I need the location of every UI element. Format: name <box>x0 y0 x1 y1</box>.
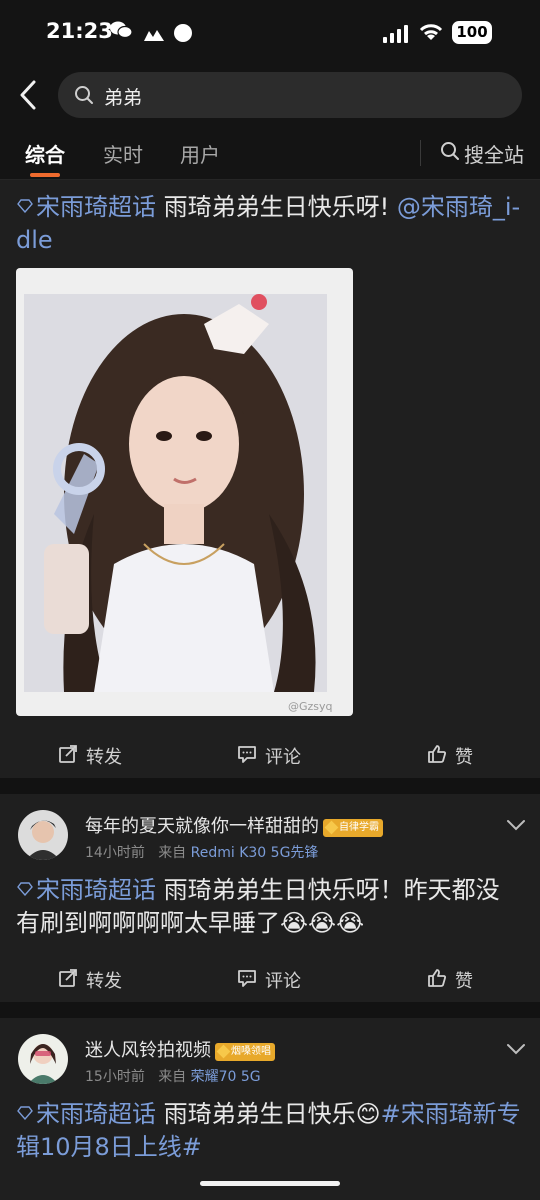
like-label: 赞 <box>455 747 473 768</box>
post-text: 宋雨琦超话 雨琦弟弟生日快乐呀! @宋雨琦_i-dle <box>16 191 522 257</box>
tab-comprehensive[interactable]: 综合 <box>25 139 65 168</box>
photo-portrait <box>24 294 327 692</box>
gem-icon <box>324 820 339 835</box>
battery-icon: 100 <box>452 21 492 44</box>
tab-active-indicator <box>30 173 60 177</box>
tab-users[interactable]: 用户 <box>180 139 220 168</box>
app-icon <box>143 24 165 48</box>
tab-divider <box>420 140 421 166</box>
avatar[interactable] <box>18 1034 68 1084</box>
repost-icon <box>59 969 77 987</box>
search-site-label: 搜全站 <box>464 143 524 167</box>
wifi-icon <box>418 22 444 47</box>
user-badge: 自律学霸 <box>323 819 383 837</box>
post-actions: 转发 评论 赞 <box>0 734 540 778</box>
comment-icon <box>238 746 256 763</box>
post: 每年的夏天就像你一样甜甜的 自律学霸 14小时前 来自 Redmi K30 5G先… <box>0 794 540 1002</box>
topic-label: 宋雨琦超话 <box>36 876 156 904</box>
topic-label: 宋雨琦超话 <box>36 1100 156 1128</box>
topic-label: 宋雨琦超话 <box>36 193 156 221</box>
comment-label: 评论 <box>265 747 301 768</box>
diamond-icon <box>17 199 33 213</box>
result-tabs: 综合 实时 用户 搜全站 <box>0 124 540 180</box>
post-image[interactable]: @Gzsyq <box>16 268 353 716</box>
post: 迷人风铃拍视频 烟嗓领唱 15小时前 来自 荣耀70 5G 宋雨琦超话 雨琦弟弟生… <box>0 1018 540 1200</box>
home-indicator[interactable] <box>200 1181 340 1186</box>
avatar[interactable] <box>18 810 68 860</box>
chevron-down-icon[interactable] <box>506 1042 526 1056</box>
topic-link[interactable]: 宋雨琦超话 <box>16 1100 156 1128</box>
gem-icon <box>216 1044 231 1059</box>
post-body: 雨琦弟弟生日快乐呀! <box>156 193 397 221</box>
post-meta: 15小时前 来自 荣耀70 5G <box>85 1066 261 1086</box>
tab-realtime[interactable]: 实时 <box>103 139 143 168</box>
post-device[interactable]: Redmi K30 5G先锋 <box>191 845 319 861</box>
post-separator <box>0 1002 540 1018</box>
topic-link[interactable]: 宋雨琦超话 <box>16 876 156 904</box>
comment-label: 评论 <box>265 971 301 992</box>
post-device[interactable]: 荣耀70 5G <box>191 1069 261 1085</box>
image-watermark: @Gzsyq <box>288 700 333 713</box>
search-icon <box>440 141 460 166</box>
search-icon <box>74 85 94 109</box>
thumbs-up-icon <box>428 969 447 987</box>
user-badge: 烟嗓领唱 <box>215 1043 275 1061</box>
thumbs-up-icon <box>428 745 447 763</box>
diamond-icon <box>17 1106 33 1120</box>
status-time: 21:23 <box>46 19 113 43</box>
signal-icon <box>383 24 411 48</box>
source-prefix: 来自 <box>158 845 187 861</box>
back-button[interactable] <box>14 76 44 114</box>
search-header: 弟弟 <box>0 66 540 124</box>
post-text: 宋雨琦超话 雨琦弟弟生日快乐😊#宋雨琦新专辑10月8日上线# <box>16 1098 522 1164</box>
post-time: 14小时前 <box>85 845 145 861</box>
username-text: 每年的夏天就像你一样甜甜的 <box>85 816 319 837</box>
repost-icon <box>59 745 77 763</box>
source-prefix: 来自 <box>158 1069 187 1085</box>
post-separator <box>0 778 540 794</box>
post-text: 宋雨琦超话 雨琦弟弟生日快乐呀！昨天都没有刷到啊啊啊啊太早睡了😭😭😭 <box>16 874 522 940</box>
status-bar: 21:23 100 <box>0 0 540 66</box>
repost-label: 转发 <box>86 971 122 992</box>
comment-icon <box>238 970 256 987</box>
dot-icon <box>173 23 193 48</box>
like-label: 赞 <box>455 971 473 992</box>
post-meta: 14小时前 来自 Redmi K30 5G先锋 <box>85 842 318 862</box>
chevron-down-icon[interactable] <box>506 818 526 832</box>
username[interactable]: 迷人风铃拍视频 烟嗓领唱 <box>85 1036 275 1062</box>
repost-label: 转发 <box>86 747 122 768</box>
post-actions: 转发 评论 赞 <box>0 958 540 1002</box>
search-input[interactable]: 弟弟 <box>58 72 522 118</box>
username[interactable]: 每年的夏天就像你一样甜甜的 自律学霸 <box>85 812 383 838</box>
badge-label: 烟嗓领唱 <box>231 1046 271 1057</box>
topic-link[interactable]: 宋雨琦超话 <box>16 193 156 221</box>
diamond-icon <box>17 882 33 896</box>
wechat-icon <box>110 20 133 45</box>
post-time: 15小时前 <box>85 1069 145 1085</box>
search-query: 弟弟 <box>104 87 143 109</box>
post-body: 雨琦弟弟生日快乐😊 <box>156 1100 381 1128</box>
username-text: 迷人风铃拍视频 <box>85 1040 211 1061</box>
badge-label: 自律学霸 <box>339 822 379 833</box>
